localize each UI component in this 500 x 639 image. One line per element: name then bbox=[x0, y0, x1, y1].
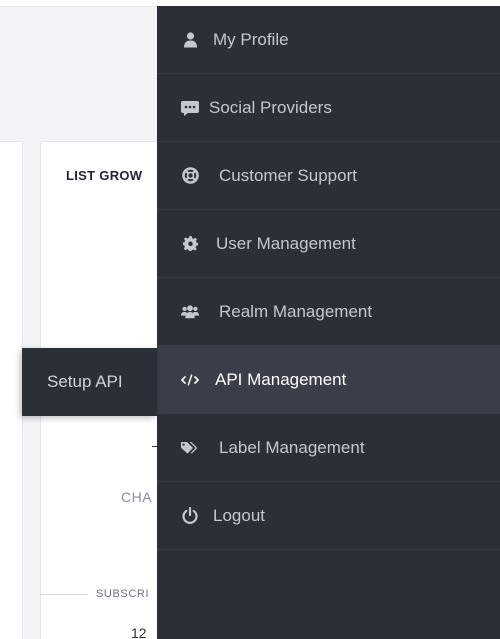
users-icon bbox=[181, 303, 199, 321]
menu-item-api-management[interactable]: API Management bbox=[157, 346, 500, 414]
setup-api-flyout-item[interactable]: Setup API bbox=[22, 348, 157, 416]
menu-item-label: My Profile bbox=[213, 29, 289, 49]
user-icon bbox=[181, 31, 199, 49]
menu-item-label: API Management bbox=[215, 369, 347, 389]
chat-icon bbox=[181, 99, 199, 117]
menu-item-label: Logout bbox=[213, 505, 265, 525]
subscribers-label: SUBSCRI bbox=[96, 588, 150, 600]
subscribers-divider bbox=[40, 594, 88, 595]
lifebuoy-icon bbox=[181, 167, 199, 185]
menu-item-label-management[interactable]: Label Management bbox=[157, 414, 500, 482]
code-icon bbox=[181, 371, 199, 389]
menu-item-label: Customer Support bbox=[219, 165, 357, 185]
menu-item-user-management[interactable]: User Management bbox=[157, 210, 500, 278]
menu-item-social-providers[interactable]: Social Providers bbox=[157, 74, 500, 142]
subscribers-value: 12 bbox=[131, 625, 147, 639]
menu-item-realm-management[interactable]: Realm Management bbox=[157, 278, 500, 346]
menu-item-label: Realm Management bbox=[219, 301, 373, 321]
flyout-label: Setup API bbox=[47, 372, 123, 391]
tags-icon bbox=[181, 439, 199, 457]
gear-icon bbox=[181, 235, 199, 253]
menu-item-label: Social Providers bbox=[209, 97, 332, 117]
menu-item-label: User Management bbox=[216, 233, 356, 253]
power-icon bbox=[181, 507, 199, 525]
card-title: LIST GROW bbox=[66, 168, 143, 183]
user-dropdown-menu: My Profile Social Providers Customer Sup… bbox=[157, 6, 500, 639]
chart-label: CHA bbox=[121, 489, 153, 505]
app-page: LIST GROW CHA SUBSCRI 12 My Profile Soci… bbox=[0, 0, 500, 639]
menu-item-logout[interactable]: Logout bbox=[157, 482, 500, 550]
menu-item-label: Label Management bbox=[219, 437, 365, 457]
menu-item-customer-support[interactable]: Customer Support bbox=[157, 142, 500, 210]
menu-item-my-profile[interactable]: My Profile bbox=[157, 6, 500, 74]
left-card bbox=[0, 141, 23, 639]
